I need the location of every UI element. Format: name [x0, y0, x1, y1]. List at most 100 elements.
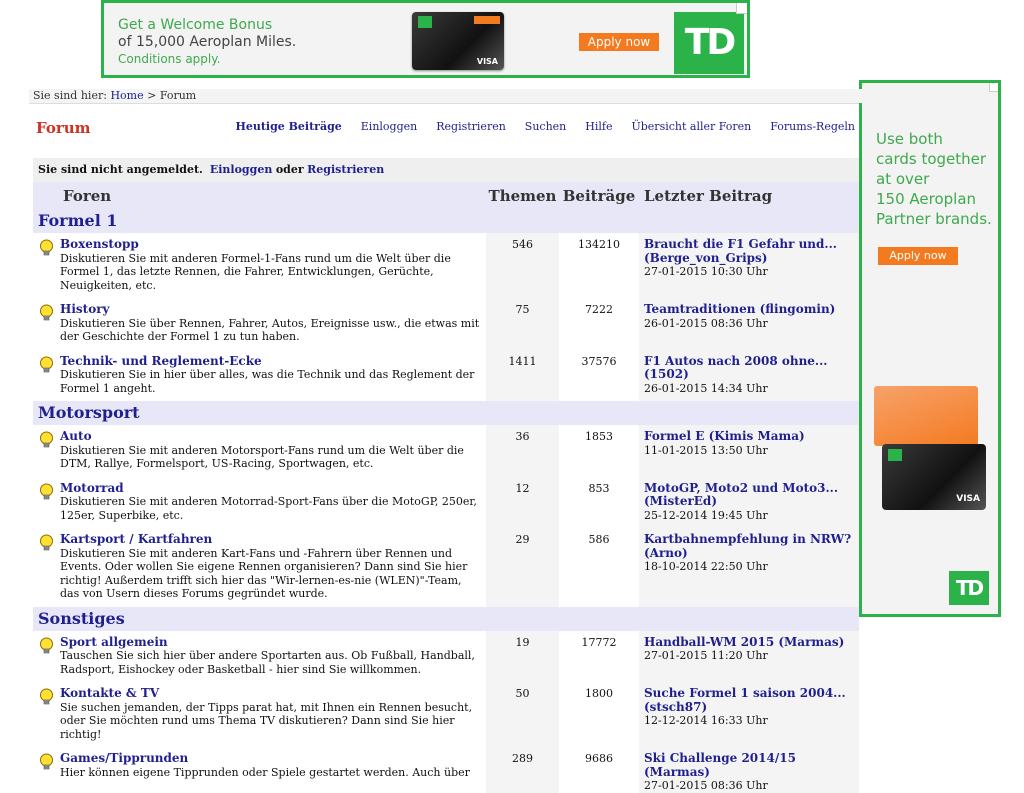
forum-title-link[interactable]: Auto	[60, 429, 92, 443]
breadcrumb: Sie sind hier: Home > Forum	[29, 89, 863, 103]
nav-all-forums[interactable]: Übersicht aller Foren	[631, 120, 751, 133]
td-logo: TD	[949, 571, 989, 605]
nav-register[interactable]: Registrieren	[436, 120, 506, 133]
last-post-link[interactable]: Formel E (Kimis Mama)	[644, 429, 805, 443]
nav-forum-rules[interactable]: Forums-Regeln	[770, 120, 855, 133]
forum-title-link[interactable]: Kontakte & TV	[60, 686, 159, 700]
forum-posts-count: 853	[559, 476, 639, 528]
forum-description: Diskutieren Sie mit anderen Formel-1-Fan…	[60, 251, 451, 292]
ad-line-1: Get a Welcome Bonus	[118, 17, 273, 33]
last-post-link[interactable]: Teamtraditionen (flingomin)	[644, 302, 835, 316]
forum-title-link[interactable]: Kartsport / Kartfahren	[60, 532, 212, 546]
not-logged-in-text: Sie sind nicht angemeldet.	[38, 163, 203, 176]
forum-title-link[interactable]: Sport allgemein	[60, 635, 168, 649]
forum-posts-count: 1800	[559, 682, 639, 747]
forum-description: Diskutieren Sie über Rennen, Fahrer, Aut…	[60, 316, 480, 344]
forum-cell: Sport allgemein Tauschen Sie sich hier üb…	[33, 630, 486, 682]
forum-table: Foren Themen Beiträge Letzter Beitrag Fo…	[33, 182, 859, 793]
last-post-cell: Kartbahnempfehlung in NRW? (Arno) 18-10-2…	[639, 528, 859, 607]
notice-register-link[interactable]: Registrieren	[307, 163, 384, 176]
breadcrumb-separator: >	[147, 89, 157, 102]
forum-topics-count: 36	[486, 425, 559, 477]
header-topics: Themen	[488, 186, 557, 205]
forum-title-link[interactable]: Boxenstopp	[60, 237, 139, 251]
forum-cell: Auto Diskutieren Sie mit anderen Motorspo…	[33, 425, 486, 477]
last-post-date: 11-01-2015 13:50 Uhr	[644, 443, 768, 457]
last-post-cell: MotoGP, Moto2 und Moto3... (MisterEd) 25-…	[639, 476, 859, 528]
forum-info: Kontakte & TV Sie suchen jemanden, der Ti…	[60, 686, 486, 741]
forum-row: Motorrad Diskutieren Sie mit anderen Moto…	[33, 476, 859, 528]
nav-search[interactable]: Suchen	[525, 120, 566, 133]
last-post-date: 27-01-2015 11:20 Uhr	[644, 649, 768, 662]
forum-info: Games/Tipprunden Hier können eigene Tippr…	[60, 751, 486, 787]
nav-login[interactable]: Einloggen	[361, 120, 417, 133]
last-post-date: 27-01-2015 08:36 Uhr	[644, 779, 768, 792]
last-post-cell: Suche Formel 1 saison 2004... (stsch87) 1…	[639, 682, 859, 747]
ad-apply-button[interactable]: Apply now	[579, 33, 659, 51]
last-post-link[interactable]: Handball-WM 2015 (Marmas)	[644, 635, 844, 649]
forum-title-link[interactable]: Games/Tipprunden	[60, 751, 188, 765]
last-post-link[interactable]: Suche Formel 1 saison 2004... (stsch87)	[644, 686, 846, 714]
forum-title-link[interactable]: Technik- und Reglement-Ecke	[60, 354, 262, 368]
lightbulb-icon	[33, 752, 60, 787]
td-logo: TD	[674, 12, 744, 74]
lightbulb-icon	[33, 636, 60, 677]
last-post-link[interactable]: Braucht die F1 Gefahr und... (Berge_von_…	[644, 237, 837, 265]
nav-todays-posts[interactable]: Heutige Beiträge	[235, 120, 341, 133]
forum-topics-count: 29	[486, 528, 559, 607]
forum-info: Technik- und Reglement-Ecke Diskutieren S…	[60, 354, 486, 396]
lightbulb-icon	[33, 533, 60, 601]
last-post-link[interactable]: MotoGP, Moto2 und Moto3... (MisterEd)	[644, 481, 838, 509]
forum-info: Boxenstopp Diskutieren Sie mit anderen Fo…	[60, 237, 486, 292]
forum-row: Auto Diskutieren Sie mit anderen Motorspo…	[33, 425, 859, 477]
ad-choices-icon[interactable]	[736, 3, 747, 14]
forum-topics-count: 289	[486, 747, 559, 793]
page-title: Forum	[36, 119, 91, 137]
forum-row: Sport allgemein Tauschen Sie sich hier üb…	[33, 630, 859, 682]
aeroplan-card-image	[874, 386, 978, 446]
nav-help[interactable]: Hilfe	[585, 120, 612, 133]
lightbulb-icon	[33, 430, 60, 471]
forum-row: Kontakte & TV Sie suchen jemanden, der Ti…	[33, 682, 859, 747]
last-post-link[interactable]: F1 Autos nach 2008 ohne... (1502)	[644, 354, 827, 382]
lightbulb-icon	[33, 238, 60, 292]
forum-description: Diskutieren Sie mit anderen Motorrad-Spo…	[60, 495, 477, 522]
forum-posts-count: 1853	[559, 425, 639, 477]
forum-cell: Boxenstopp Diskutieren Sie mit anderen Fo…	[33, 233, 486, 298]
td-badge-icon	[418, 16, 432, 28]
forum-cell: Technik- und Reglement-Ecke Diskutieren S…	[33, 349, 486, 401]
top-banner-ad[interactable]: Get a Welcome Bonus of 15,000 Aeroplan M…	[101, 0, 750, 78]
lightbulb-icon	[33, 687, 60, 741]
last-post-cell: Ski Challenge 2014/15 (Marmas) 27-01-2015…	[639, 747, 859, 793]
forum-topics-count: 19	[486, 630, 559, 682]
forum-title-link[interactable]: History	[60, 302, 110, 316]
last-post-cell: Handball-WM 2015 (Marmas) 27-01-2015 11:2…	[639, 630, 859, 682]
ad-choices-icon[interactable]	[989, 83, 998, 92]
section-title[interactable]: Motorsport	[33, 401, 859, 425]
side-banner-ad[interactable]: Use both cards together at over 150 Aero…	[859, 80, 1001, 617]
notice-login-link[interactable]: Einloggen	[210, 163, 272, 176]
side-ad-line: 150 Aeroplan	[876, 190, 977, 208]
last-post-link[interactable]: Ski Challenge 2014/15 (Marmas)	[644, 751, 796, 779]
side-ad-apply-button[interactable]: Apply now	[878, 247, 958, 265]
last-post-date: 25-12-2014 19:45 Uhr	[644, 508, 768, 522]
credit-cards-image: VISA	[874, 386, 986, 512]
last-post-link[interactable]: Kartbahnempfehlung in NRW? (Arno)	[644, 532, 851, 560]
forum-description: Sie suchen jemanden, der Tipps parat hat…	[60, 700, 473, 741]
section-title[interactable]: Formel 1	[33, 209, 859, 233]
forum-info: History Diskutieren Sie über Rennen, Fahr…	[60, 302, 486, 344]
last-post-date: 27-01-2015 10:30 Uhr	[644, 265, 768, 278]
forum-sections: Formel 1 Boxenstopp Diskutieren Sie mit an…	[33, 209, 859, 793]
forum-cell: Kontakte & TV Sie suchen jemanden, der Ti…	[33, 682, 486, 747]
breadcrumb-home-link[interactable]: Home	[110, 89, 143, 102]
forum-cell: Games/Tipprunden Hier können eigene Tippr…	[33, 747, 486, 793]
forum-posts-count: 7222	[559, 298, 639, 350]
forum-cell: History Diskutieren Sie über Rennen, Fahr…	[33, 298, 486, 350]
forum-row: Boxenstopp Diskutieren Sie mit anderen Fo…	[33, 233, 859, 298]
last-post-date: 12-12-2014 16:33 Uhr	[644, 714, 768, 727]
forum-title-link[interactable]: Motorrad	[60, 481, 124, 495]
aeroplan-badge-icon	[474, 16, 500, 24]
forum-info: Motorrad Diskutieren Sie mit anderen Moto…	[60, 481, 486, 523]
section-title[interactable]: Sonstiges	[33, 606, 859, 631]
last-post-cell: Teamtraditionen (flingomin) 26-01-2015 08…	[639, 298, 859, 350]
